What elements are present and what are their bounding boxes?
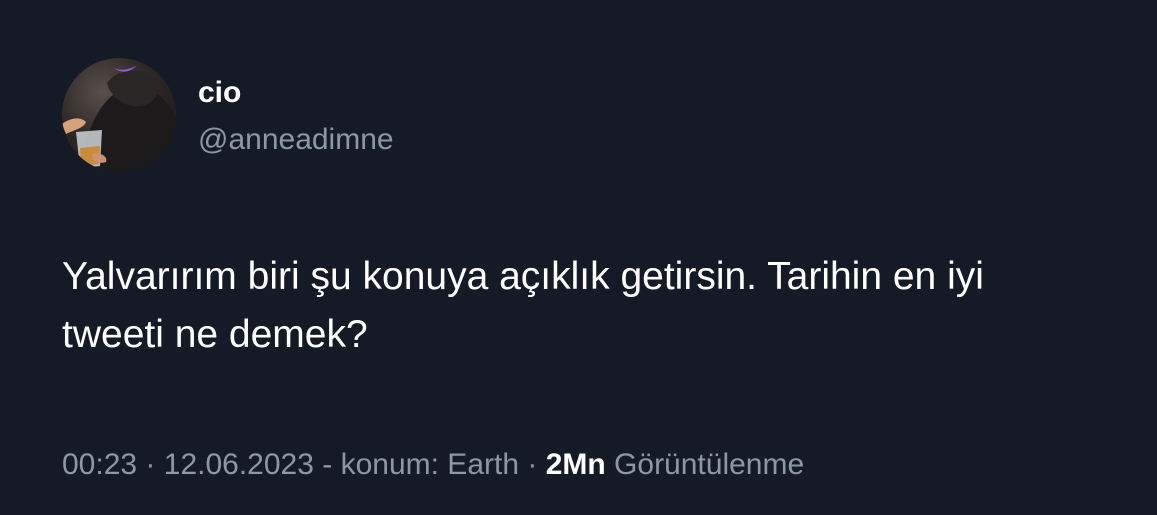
- tweet-text-line-1: Yalvarırım biri şu konuya açıklık getirs…: [62, 255, 984, 298]
- tweet-card: cio @anneadimne Yalvarırım biri şu konuy…: [0, 0, 1157, 515]
- meta-separator: ·: [145, 448, 156, 481]
- author-handle[interactable]: @anneadimne: [198, 121, 394, 159]
- tweet-metadata: 00:23 · 12.06.2023 - konum: Earth · 2Mn …: [62, 446, 804, 484]
- author-name[interactable]: cio: [198, 74, 241, 112]
- avatar-image: [62, 66, 176, 172]
- avatar[interactable]: [62, 58, 176, 172]
- tweet-date[interactable]: 12.06.2023: [164, 448, 314, 481]
- tweet-time[interactable]: 00:23: [62, 448, 137, 481]
- tweet-text-line-2: tweeti ne demek?: [62, 313, 368, 356]
- views-count[interactable]: 2Mn: [546, 448, 606, 481]
- tweet-text: Yalvarırım biri şu konuya açıklık getirs…: [62, 248, 1132, 364]
- views-label: Görüntülenme: [614, 448, 805, 481]
- tweet-location: - konum: Earth: [322, 448, 520, 481]
- meta-separator: ·: [527, 448, 538, 481]
